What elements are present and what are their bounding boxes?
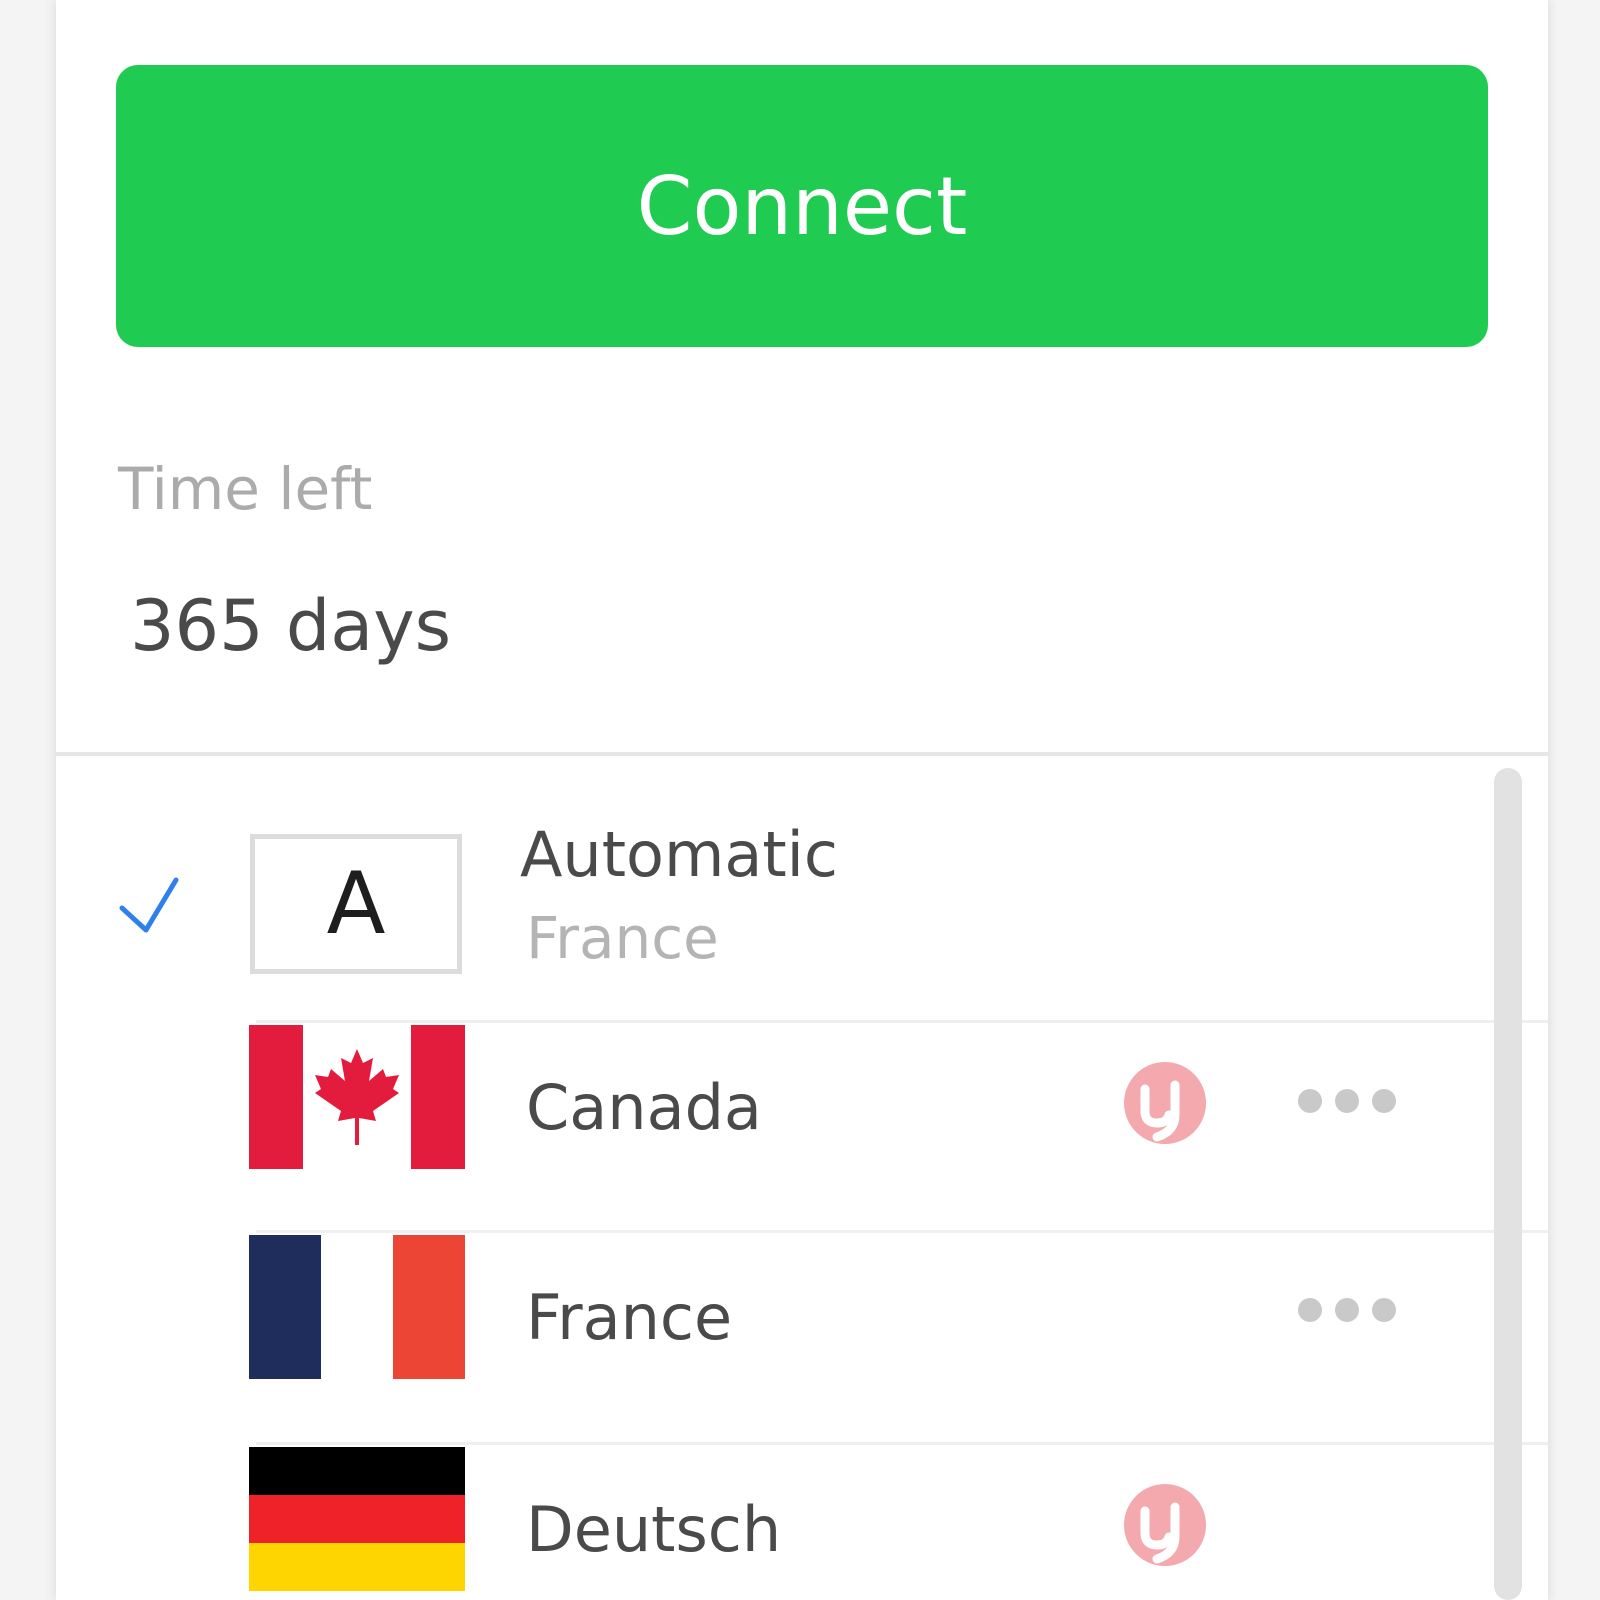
vpn-panel: Connect Time left 365 days A Automatic F… xyxy=(56,0,1548,1600)
time-left-value: 365 days xyxy=(130,585,452,667)
utorrent-icon xyxy=(1124,1062,1206,1144)
location-name: France xyxy=(526,1281,733,1354)
location-name: Deutsch xyxy=(526,1493,782,1566)
location-row-automatic[interactable]: A Automatic France xyxy=(56,756,1548,1000)
automatic-badge: A xyxy=(250,834,462,974)
location-row-canada[interactable]: Canada xyxy=(56,1023,1548,1230)
location-name: Canada xyxy=(526,1071,762,1144)
connect-button[interactable]: Connect xyxy=(116,65,1488,347)
germany-flag-icon xyxy=(249,1447,465,1591)
check-icon xyxy=(119,877,179,933)
utorrent-icon xyxy=(1124,1484,1206,1566)
france-flag-icon xyxy=(249,1235,465,1379)
location-row-france[interactable]: France xyxy=(56,1233,1548,1443)
canada-flag-icon xyxy=(249,1025,465,1169)
more-dots-icon[interactable] xyxy=(1296,1086,1398,1116)
more-dots-icon[interactable] xyxy=(1296,1295,1398,1325)
list-scrollbar[interactable] xyxy=(1494,768,1522,1600)
location-subtitle: France xyxy=(526,904,719,972)
time-left-label: Time left xyxy=(118,455,373,523)
location-name: Automatic xyxy=(520,818,838,891)
location-list: A Automatic France Canada France Deutsch xyxy=(56,756,1548,1600)
location-row-deutsch[interactable]: Deutsch xyxy=(56,1445,1548,1600)
